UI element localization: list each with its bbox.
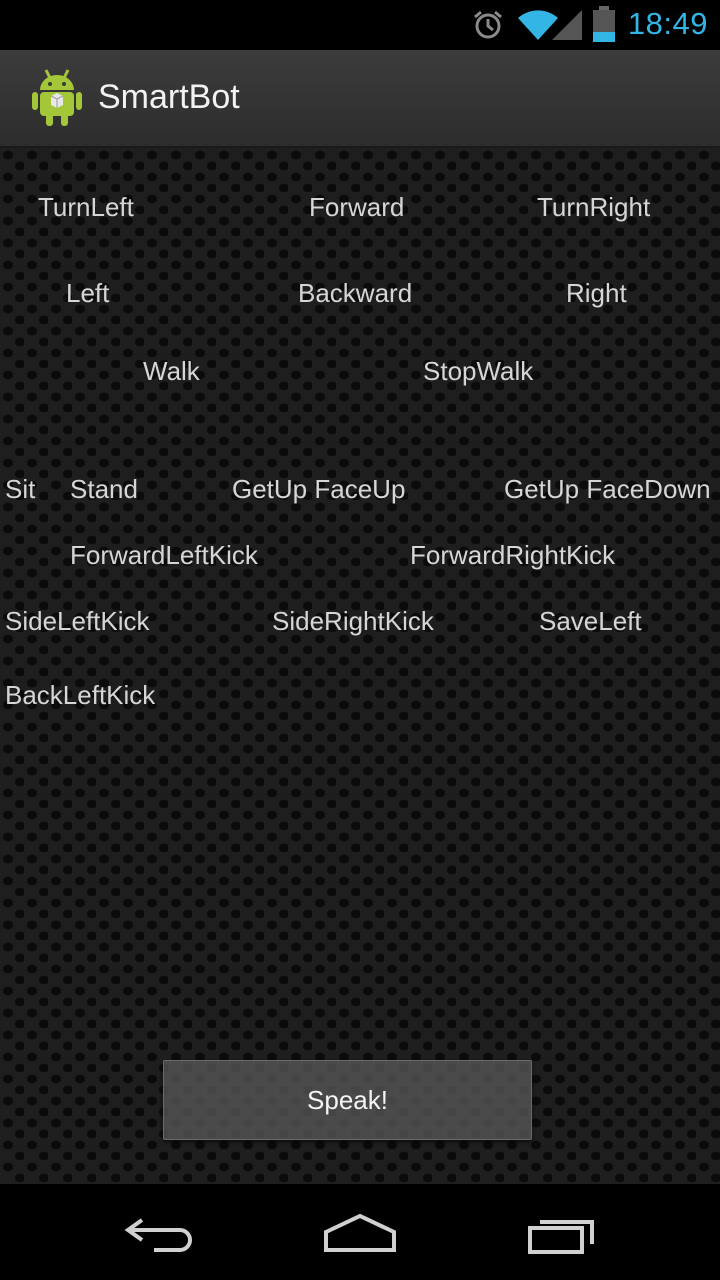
speak-button[interactable]: Speak! (163, 1060, 532, 1140)
getup-faceup-button[interactable]: GetUp FaceUp (232, 474, 405, 505)
command-panel: TurnLeft Forward TurnRight Left Backward… (0, 148, 720, 1184)
left-button[interactable]: Left (66, 278, 109, 309)
stand-button[interactable]: Stand (70, 474, 138, 505)
alarm-icon (472, 9, 504, 45)
forward-button[interactable]: Forward (309, 192, 404, 223)
save-left-button[interactable]: SaveLeft (539, 606, 642, 637)
back-left-kick-button[interactable]: BackLeftKick (5, 680, 155, 711)
turn-left-button[interactable]: TurnLeft (38, 192, 134, 223)
home-icon[interactable] (322, 1212, 398, 1260)
side-left-kick-button[interactable]: SideLeftKick (5, 606, 150, 637)
forward-left-kick-button[interactable]: ForwardLeftKick (70, 540, 258, 571)
navigation-bar (0, 1184, 720, 1280)
status-clock: 18:49 (627, 6, 708, 41)
action-bar: SmartBot (0, 50, 720, 148)
backward-button[interactable]: Backward (298, 278, 412, 309)
right-button[interactable]: Right (566, 278, 627, 309)
back-icon[interactable] (122, 1214, 198, 1258)
forward-right-kick-button[interactable]: ForwardRightKick (410, 540, 615, 571)
turn-right-button[interactable]: TurnRight (537, 192, 650, 223)
status-bar: 18:49 (0, 0, 720, 50)
signal-icon (550, 8, 584, 46)
speak-button-label: Speak! (307, 1084, 388, 1115)
app-title: SmartBot (98, 78, 240, 116)
getup-facedown-button[interactable]: GetUp FaceDown (504, 474, 711, 505)
walk-button[interactable]: Walk (143, 356, 200, 387)
side-right-kick-button[interactable]: SideRightKick (272, 606, 434, 637)
battery-icon (592, 6, 616, 46)
android-icon[interactable] (30, 68, 84, 132)
stop-walk-button[interactable]: StopWalk (423, 356, 533, 387)
sit-button[interactable]: Sit (5, 474, 35, 505)
recent-apps-icon[interactable] (526, 1214, 598, 1260)
